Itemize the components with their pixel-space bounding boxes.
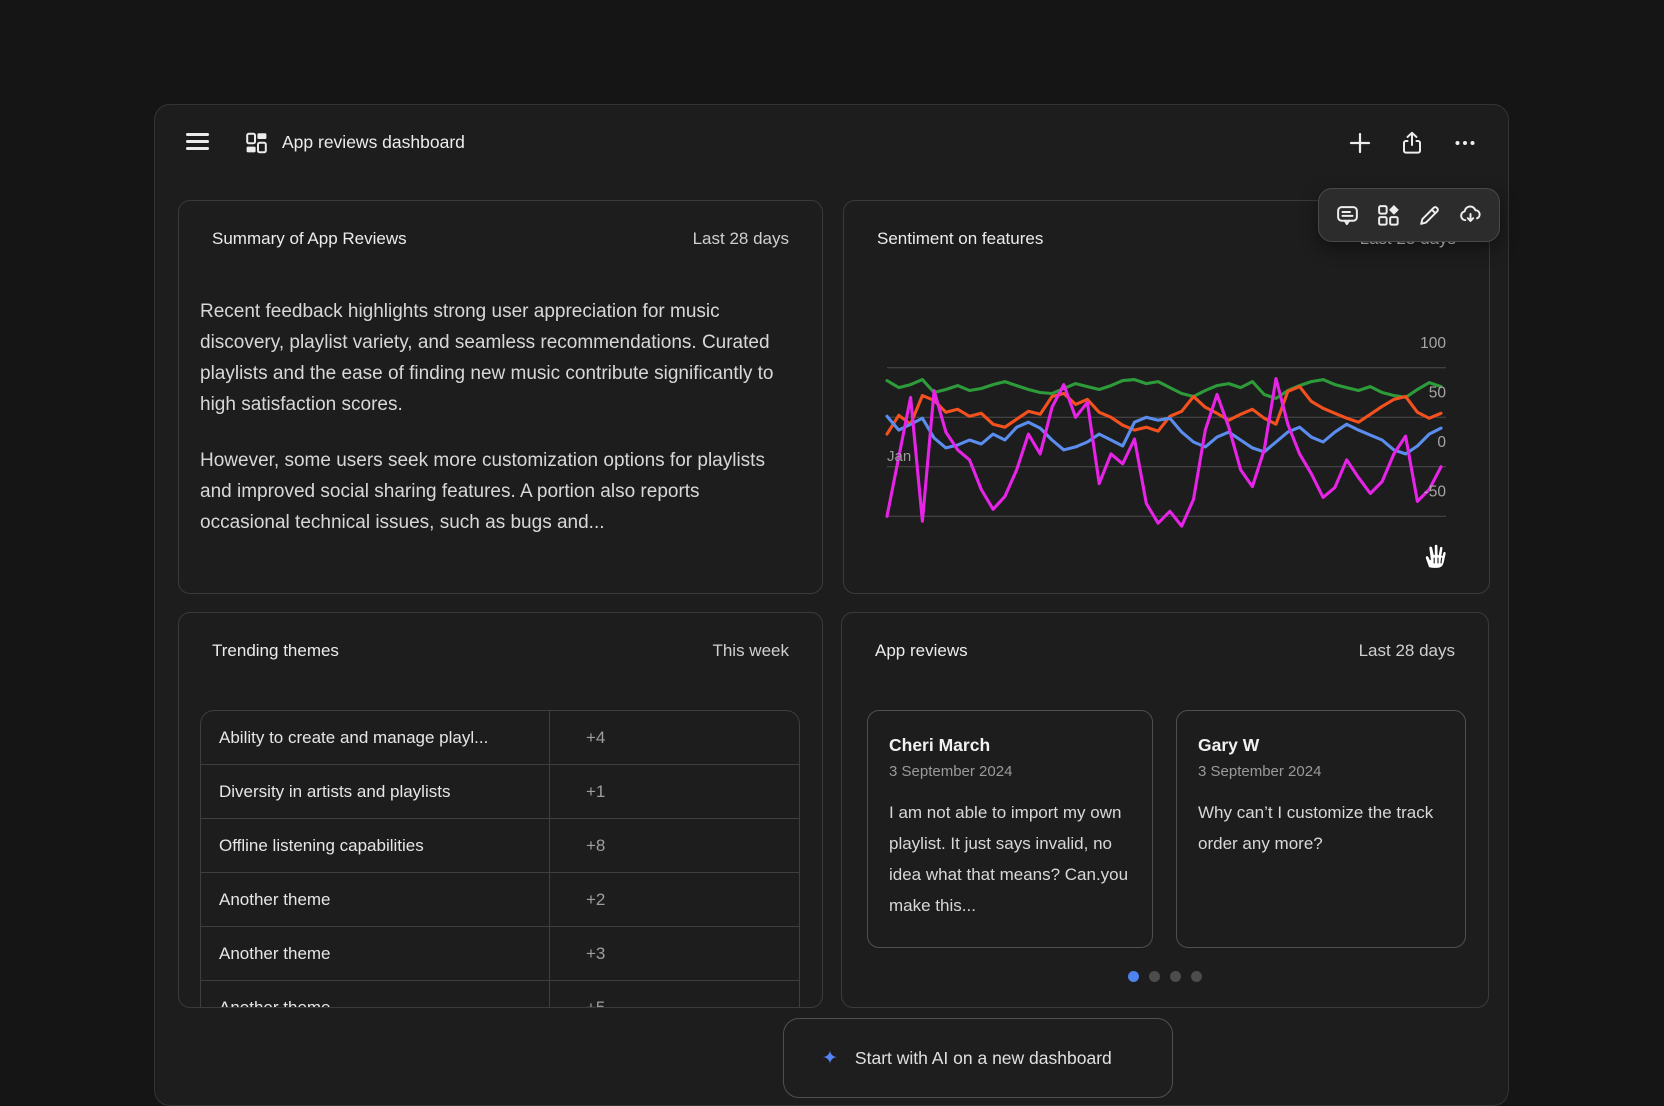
summary-paragraph: However, some users seek more customizat… bbox=[200, 445, 794, 538]
delta-cell: +8 bbox=[549, 819, 799, 872]
spark-icon: ✦ bbox=[822, 1049, 838, 1068]
ai-prompt-text: Start with AI on a new dashboard bbox=[855, 1048, 1112, 1069]
summary-card-period: Last 28 days bbox=[693, 229, 789, 249]
pagination-dots bbox=[842, 971, 1488, 982]
reviewer-name: Gary W bbox=[1198, 735, 1445, 756]
table-row[interactable]: Another theme +2 bbox=[201, 873, 799, 927]
summary-card-title: Summary of App Reviews bbox=[212, 229, 407, 249]
table-row[interactable]: Another theme +5 bbox=[201, 981, 799, 1008]
more-options-button[interactable] bbox=[1452, 130, 1478, 156]
trending-themes-card[interactable]: Trending themes This week Ability to cre… bbox=[178, 612, 823, 1008]
app-reviews-card[interactable]: App reviews Last 28 days Cheri March 3 S… bbox=[841, 612, 1489, 1008]
summary-card[interactable]: Summary of App Reviews Last 28 days Rece… bbox=[178, 200, 823, 594]
summary-paragraph: Recent feedback highlights strong user a… bbox=[200, 296, 794, 420]
svg-text:Jan: Jan bbox=[887, 448, 911, 465]
theme-cell: Another theme bbox=[201, 873, 549, 926]
theme-cell: Another theme bbox=[201, 981, 549, 1008]
page-dot[interactable] bbox=[1191, 971, 1202, 982]
share-button[interactable] bbox=[1399, 130, 1425, 156]
svg-text:100: 100 bbox=[1420, 335, 1446, 352]
review-text: Why can’t I customize the track order an… bbox=[1198, 797, 1445, 859]
theme-cell: Ability to create and manage playl... bbox=[201, 711, 549, 764]
comment-button[interactable] bbox=[1332, 200, 1362, 230]
delta-cell: +4 bbox=[549, 711, 799, 764]
theme-cell: Offline listening capabilities bbox=[201, 819, 549, 872]
reviews-card-title: App reviews bbox=[875, 641, 968, 661]
widget-toolbar bbox=[1318, 188, 1500, 242]
table-row[interactable]: Another theme +3 bbox=[201, 927, 799, 981]
sentiment-line-chart: Jan 100 50 0 -50 bbox=[844, 201, 1489, 593]
trending-card-period: This week bbox=[712, 641, 789, 661]
delta-cell: +3 bbox=[549, 927, 799, 980]
theme-cell: Diversity in artists and playlists bbox=[201, 765, 549, 818]
table-row[interactable]: Diversity in artists and playlists +1 bbox=[201, 765, 799, 819]
themes-table: Ability to create and manage playl... +4… bbox=[200, 710, 800, 1008]
ai-prompt-card[interactable]: ✦ Start with AI on a new dashboard bbox=[783, 1018, 1173, 1098]
review-text: I am not able to import my own playlist.… bbox=[889, 797, 1132, 921]
table-row[interactable]: Ability to create and manage playl... +4 bbox=[201, 711, 799, 765]
delta-cell: +5 bbox=[549, 981, 799, 1008]
review-card[interactable]: Cheri March 3 September 2024 I am not ab… bbox=[867, 710, 1153, 948]
delta-cell: +1 bbox=[549, 765, 799, 818]
svg-text:50: 50 bbox=[1429, 385, 1447, 402]
theme-cell: Another theme bbox=[201, 927, 549, 980]
edit-button[interactable] bbox=[1415, 200, 1445, 230]
page-dot[interactable] bbox=[1149, 971, 1160, 982]
page-dot[interactable] bbox=[1170, 971, 1181, 982]
summary-text: Recent feedback highlights strong user a… bbox=[200, 296, 794, 563]
hamburger-menu-icon[interactable] bbox=[186, 133, 209, 150]
desktop-background: App reviews dashboard Summary of App Rev… bbox=[0, 0, 1664, 1040]
svg-text:-50: -50 bbox=[1424, 484, 1447, 501]
sentiment-card[interactable]: Sentiment on features Last 28 days Jan10… bbox=[843, 200, 1490, 594]
dashboard-icon bbox=[244, 131, 268, 160]
reviews-card-period: Last 28 days bbox=[1359, 641, 1455, 661]
review-date: 3 September 2024 bbox=[889, 763, 1132, 780]
review-card[interactable]: Gary W 3 September 2024 Why can’t I cust… bbox=[1176, 710, 1466, 948]
reviewer-name: Cheri March bbox=[889, 735, 1132, 756]
page-title: App reviews dashboard bbox=[282, 132, 465, 153]
table-row[interactable]: Offline listening capabilities +8 bbox=[201, 819, 799, 873]
delta-cell: +2 bbox=[549, 873, 799, 926]
page-dot[interactable] bbox=[1128, 971, 1139, 982]
add-widget-button[interactable] bbox=[1373, 200, 1403, 230]
trending-card-title: Trending themes bbox=[212, 641, 339, 661]
download-button[interactable] bbox=[1456, 200, 1486, 230]
add-button[interactable] bbox=[1347, 130, 1373, 156]
svg-text:0: 0 bbox=[1437, 434, 1446, 451]
review-date: 3 September 2024 bbox=[1198, 763, 1445, 780]
